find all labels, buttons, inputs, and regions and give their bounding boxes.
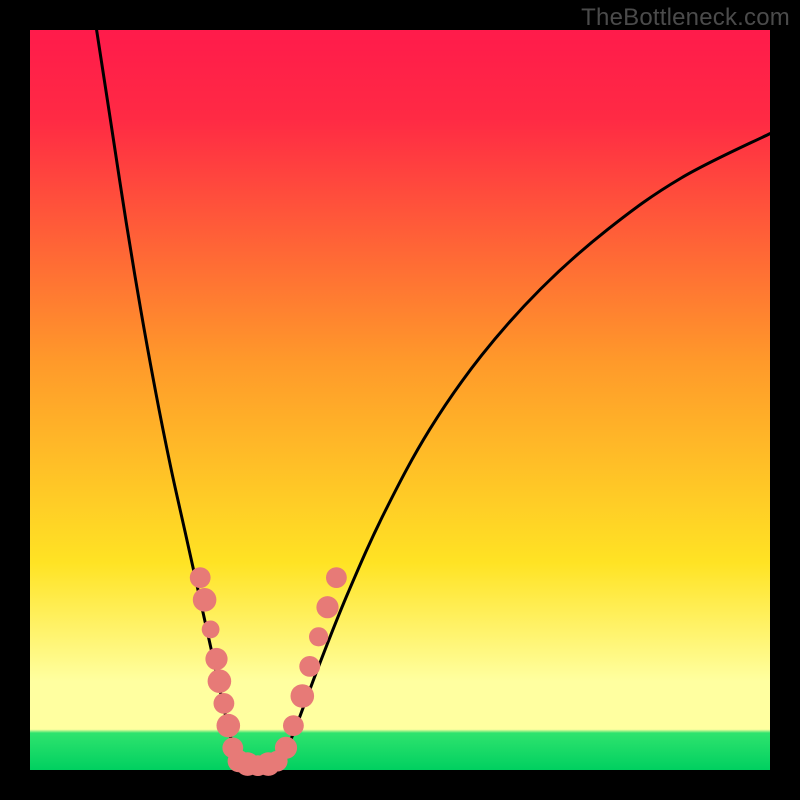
marker-dot (214, 693, 235, 714)
marker-dot (202, 621, 220, 639)
marker-dot (193, 588, 217, 612)
bottleneck-curve (97, 30, 770, 767)
marker-dot (208, 669, 232, 693)
marker-dot (326, 567, 347, 588)
marker-dot (291, 684, 315, 708)
watermark-text: TheBottleneck.com (581, 4, 790, 32)
chart-stage: TheBottleneck.com (0, 0, 800, 800)
marker-dot (316, 596, 338, 618)
marker-dot (309, 627, 328, 646)
curve-svg (30, 30, 770, 770)
marker-dot (190, 567, 211, 588)
marker-dot (299, 656, 320, 677)
marker-dot (205, 648, 227, 670)
marker-dot (283, 715, 304, 736)
plot-area (30, 30, 770, 770)
marker-dot (275, 737, 297, 759)
marker-dot (217, 714, 241, 738)
marker-layer (190, 567, 347, 776)
